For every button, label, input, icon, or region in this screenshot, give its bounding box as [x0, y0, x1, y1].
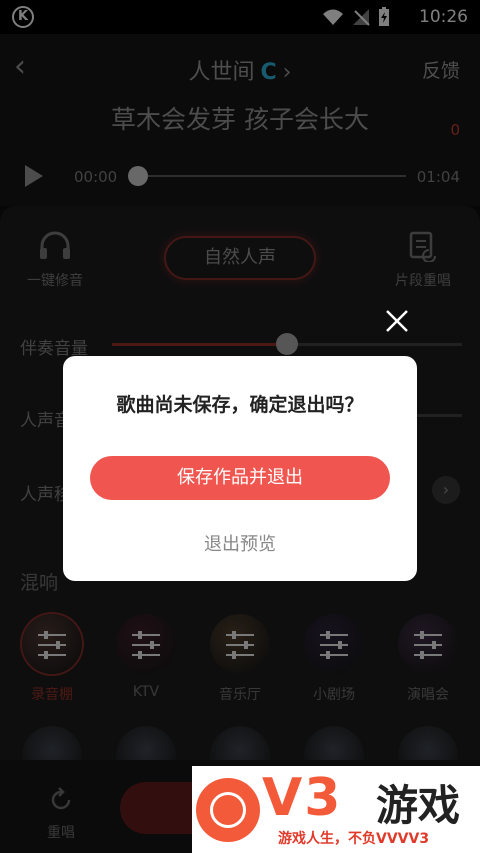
music-note-icon — [210, 792, 246, 828]
exit-preview-button[interactable]: 退出预览 — [63, 530, 417, 556]
watermark-logo-icon — [196, 778, 260, 842]
watermark-game: 游戏 — [376, 781, 461, 830]
watermark-brand: V3 — [262, 768, 343, 828]
watermark-slogan: 游戏人生，不负VVVV3 — [278, 831, 430, 847]
save-and-exit-button[interactable]: 保存作品并退出 — [90, 456, 390, 500]
watermark: V3 游戏 游戏人生，不负VVVV3 — [192, 766, 480, 853]
dialog-message: 歌曲尚未保存，确定退出吗？ — [116, 394, 364, 416]
exit-dialog: 歌曲尚未保存，确定退出吗？ 保存作品并退出 退出预览 — [63, 356, 417, 581]
close-icon[interactable] — [383, 307, 411, 335]
